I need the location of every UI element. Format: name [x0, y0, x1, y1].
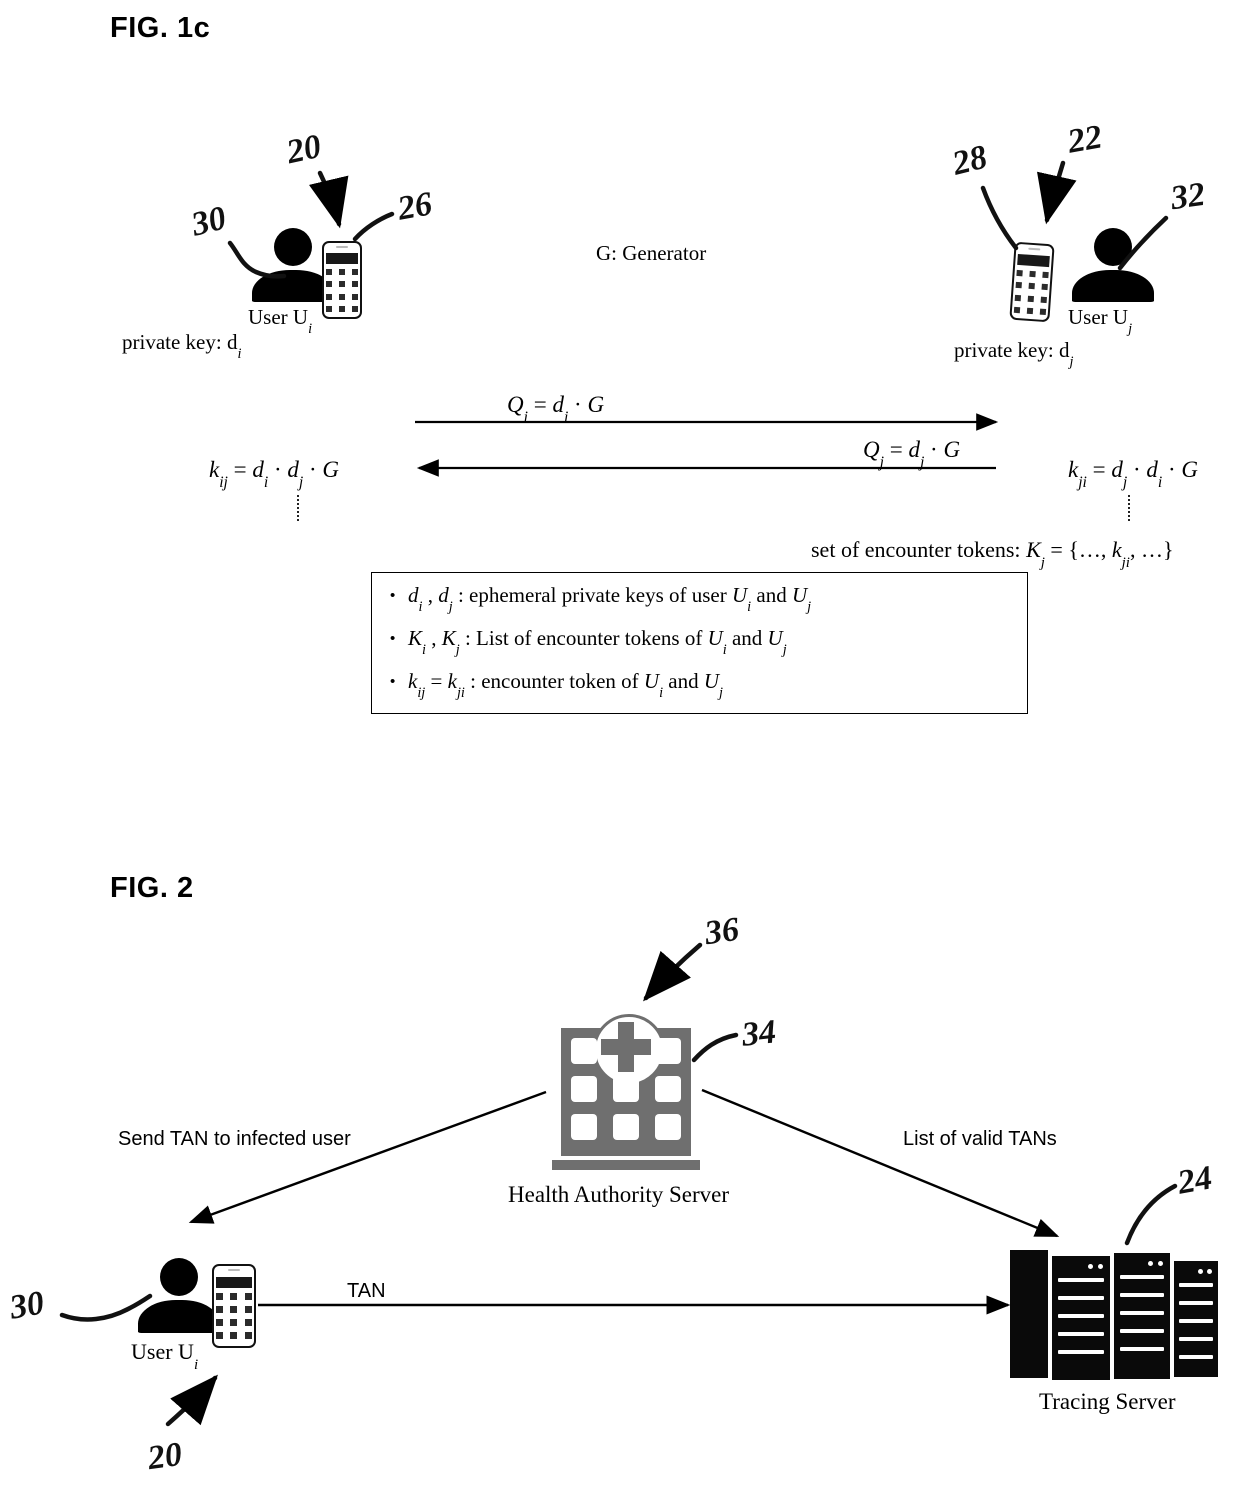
user-i-smartphone-icon [322, 241, 362, 319]
fig2-user-person-icon [138, 1258, 220, 1333]
derived-key-right: kji = dj · di · G [1068, 457, 1199, 491]
legend-item-0: di , dj : ephemeral private keys of user… [408, 583, 812, 616]
derived-key-left: kij = di · dj · G [209, 457, 340, 491]
fig2-title: FIG. 2 [110, 872, 194, 904]
user-j-private-key-label: private key: dj [954, 338, 1074, 371]
token-set-note: set of encounter tokens: Kj = {…, kji, …… [811, 537, 1174, 571]
continuation-dots-right [1128, 495, 1130, 521]
health-authority-building-icon [552, 1014, 700, 1172]
ref-annotation-20: 20 [283, 127, 325, 172]
arrow-label-send-tan: Send TAN to infected user [118, 1128, 351, 1150]
continuation-dots-left [297, 495, 299, 521]
user-i-caption: User Ui [248, 305, 313, 338]
fig2-user-smartphone-icon [212, 1264, 256, 1348]
generator-note: G: Generator [596, 241, 707, 265]
leader-arrow-36 [643, 942, 703, 1002]
ref-annotation-34: 34 [740, 1013, 778, 1054]
message-backward-equation: Qj = dj · G [863, 437, 961, 471]
user-j-person-icon [1072, 228, 1154, 302]
ref-annotation-28: 28 [948, 138, 991, 183]
user-j-caption: User Uj [1068, 305, 1133, 338]
message-forward-equation: Qi = di · G [507, 392, 605, 426]
legend-item-1: Ki , Kj : List of encounter tokens of Ui… [408, 626, 787, 659]
fig2-user-caption: User Ui [131, 1339, 199, 1373]
leader-line-24 [1124, 1183, 1178, 1246]
leader-arrow-20 [308, 170, 349, 229]
leader-line-30-fig2 [59, 1293, 153, 1322]
leader-line-26 [352, 211, 395, 242]
legend-bullet-icon: • [390, 673, 396, 690]
user-j-smartphone-icon [1009, 241, 1055, 323]
leader-arrow-20-fig2 [165, 1374, 218, 1427]
arrow-label-tan: TAN [347, 1280, 386, 1302]
ref-annotation-22: 22 [1064, 118, 1105, 161]
fig1c-title: FIG. 1c [110, 12, 211, 44]
leader-arrow-22 [1036, 160, 1077, 225]
leader-line-34 [691, 1032, 739, 1063]
leader-line-28 [980, 185, 1019, 251]
ref-annotation-26: 26 [394, 185, 435, 228]
legend-bullet-icon: • [390, 630, 396, 647]
health-authority-caption: Health Authority Server [508, 1182, 730, 1207]
fig1c-legend-box: • di , dj : ephemeral private keys of us… [371, 572, 1028, 714]
flow-arrow-valid-tans [701, 1088, 1060, 1238]
ref-annotation-30: 30 [187, 199, 230, 244]
flow-arrow-send-tan [188, 1090, 547, 1224]
tracing-server-caption: Tracing Server [1039, 1389, 1176, 1414]
ref-annotation-36: 36 [702, 910, 742, 953]
arrow-label-valid-tans: List of valid TANs [903, 1128, 1057, 1150]
legend-bullet-icon: • [390, 587, 396, 604]
ref-annotation-20-fig2: 20 [145, 1435, 185, 1478]
ref-annotation-30-fig2: 30 [6, 1284, 47, 1327]
user-i-private-key-label: private key: di [122, 330, 242, 363]
legend-item-2: kij = kji : encounter token of Ui and Uj [408, 669, 724, 702]
ref-annotation-24: 24 [1174, 1159, 1215, 1202]
ref-annotation-32: 32 [1168, 175, 1208, 218]
tracing-server-icon [1010, 1243, 1230, 1383]
